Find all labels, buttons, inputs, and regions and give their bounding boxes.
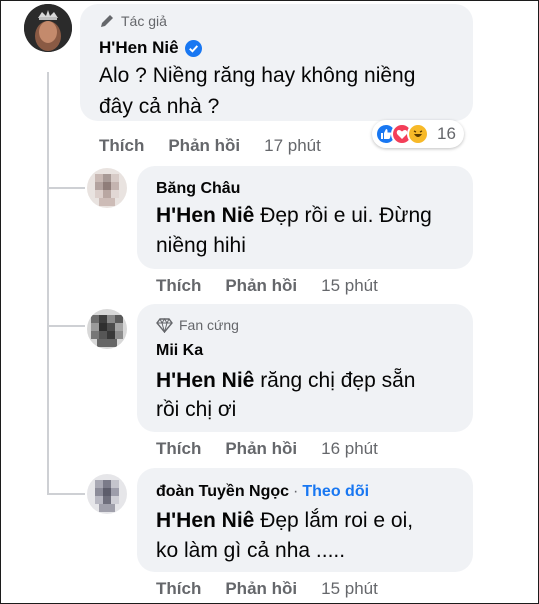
- reply-button[interactable]: Phản hồi: [225, 439, 297, 459]
- comment-timestamp[interactable]: 17 phút: [264, 136, 321, 156]
- diamond-icon: [156, 317, 173, 333]
- fan-badge-label: Fan cứng: [179, 317, 239, 333]
- reply-actions: Thích Phản hồi 16 phút: [156, 439, 378, 459]
- reply-button[interactable]: Phản hồi: [225, 579, 297, 599]
- author-badge-label: Tác giả: [121, 13, 167, 29]
- reply-avatar[interactable]: [87, 474, 127, 514]
- reply-text: Đẹp rồi e ui. Đừng: [254, 204, 432, 227]
- reply-avatar[interactable]: [87, 168, 127, 208]
- mention-link[interactable]: H'Hen Niê: [156, 204, 254, 227]
- reply-text: Đẹp lắm roi e oi,: [254, 509, 414, 532]
- reply-actions: Thích Phản hồi 15 phút: [156, 579, 378, 599]
- reply-text-line2: niềng hihi: [156, 234, 246, 257]
- main-comment-text-line1: Alo ? Niềng răng hay không niềng: [99, 64, 416, 87]
- comment-author[interactable]: H'Hen Niê: [99, 38, 202, 58]
- reply-button[interactable]: Phản hồi: [225, 276, 297, 296]
- reaction-count: 16: [437, 124, 456, 143]
- reply-author[interactable]: Mii Ka: [156, 342, 203, 360]
- haha-icon: [407, 123, 429, 145]
- reply-text-line1: H'Hen Niê Đẹp rồi e ui. Đừng: [156, 200, 432, 231]
- reply-timestamp[interactable]: 15 phút: [321, 579, 378, 599]
- author-avatar[interactable]: [24, 4, 72, 52]
- author-name[interactable]: H'Hen Niê: [99, 38, 179, 58]
- avatar-photo: [24, 4, 72, 52]
- thread-connector-1: [47, 187, 85, 189]
- fan-badge: Fan cứng: [156, 317, 239, 333]
- reaction-summary[interactable]: 16: [372, 120, 464, 148]
- reply-author-row: đoàn Tuyền Ngọc · Theo dõi: [156, 483, 369, 501]
- main-comment-actions: Thích Phản hồi 17 phút: [99, 136, 321, 156]
- verified-icon: [184, 39, 202, 57]
- reply-timestamp[interactable]: 15 phút: [321, 276, 378, 296]
- blurred-avatar-photo: [87, 309, 127, 349]
- reply-author[interactable]: đoàn Tuyền Ngọc: [156, 483, 289, 501]
- mention-link[interactable]: H'Hen Niê: [156, 509, 254, 532]
- reply-button[interactable]: Phản hồi: [168, 136, 240, 156]
- follow-button[interactable]: Theo dõi: [302, 483, 369, 501]
- reply-text-line1: H'Hen Niê răng chị đẹp sẵn: [156, 365, 415, 396]
- like-button[interactable]: Thích: [99, 136, 144, 156]
- like-button[interactable]: Thích: [156, 276, 201, 296]
- reply-text-line2: rồi chị ơi: [156, 398, 237, 421]
- main-comment-text-line2: đây cả nhà ?: [99, 95, 220, 118]
- reply-timestamp[interactable]: 16 phút: [321, 439, 378, 459]
- pen-icon: [101, 15, 113, 27]
- reply-text-line1: H'Hen Niê Đẹp lắm roi e oi,: [156, 505, 413, 536]
- reply-avatar[interactable]: [87, 309, 127, 349]
- author-badge: Tác giả: [99, 13, 167, 29]
- thread-line-main: [47, 72, 49, 494]
- like-button[interactable]: Thích: [156, 439, 201, 459]
- reply-text: răng chị đẹp sẵn: [254, 369, 416, 392]
- blurred-avatar-photo: [87, 474, 127, 514]
- thread-connector-3: [47, 493, 85, 495]
- separator-dot: ·: [293, 483, 299, 500]
- blurred-avatar-photo: [87, 168, 127, 208]
- reply-actions: Thích Phản hồi 15 phút: [156, 276, 378, 296]
- thread-connector-2: [47, 325, 85, 327]
- reply-text-line2: ko làm gì cả nha .....: [156, 539, 346, 562]
- like-button[interactable]: Thích: [156, 579, 201, 599]
- reply-author[interactable]: Băng Châu: [156, 180, 240, 198]
- mention-link[interactable]: H'Hen Niê: [156, 369, 254, 392]
